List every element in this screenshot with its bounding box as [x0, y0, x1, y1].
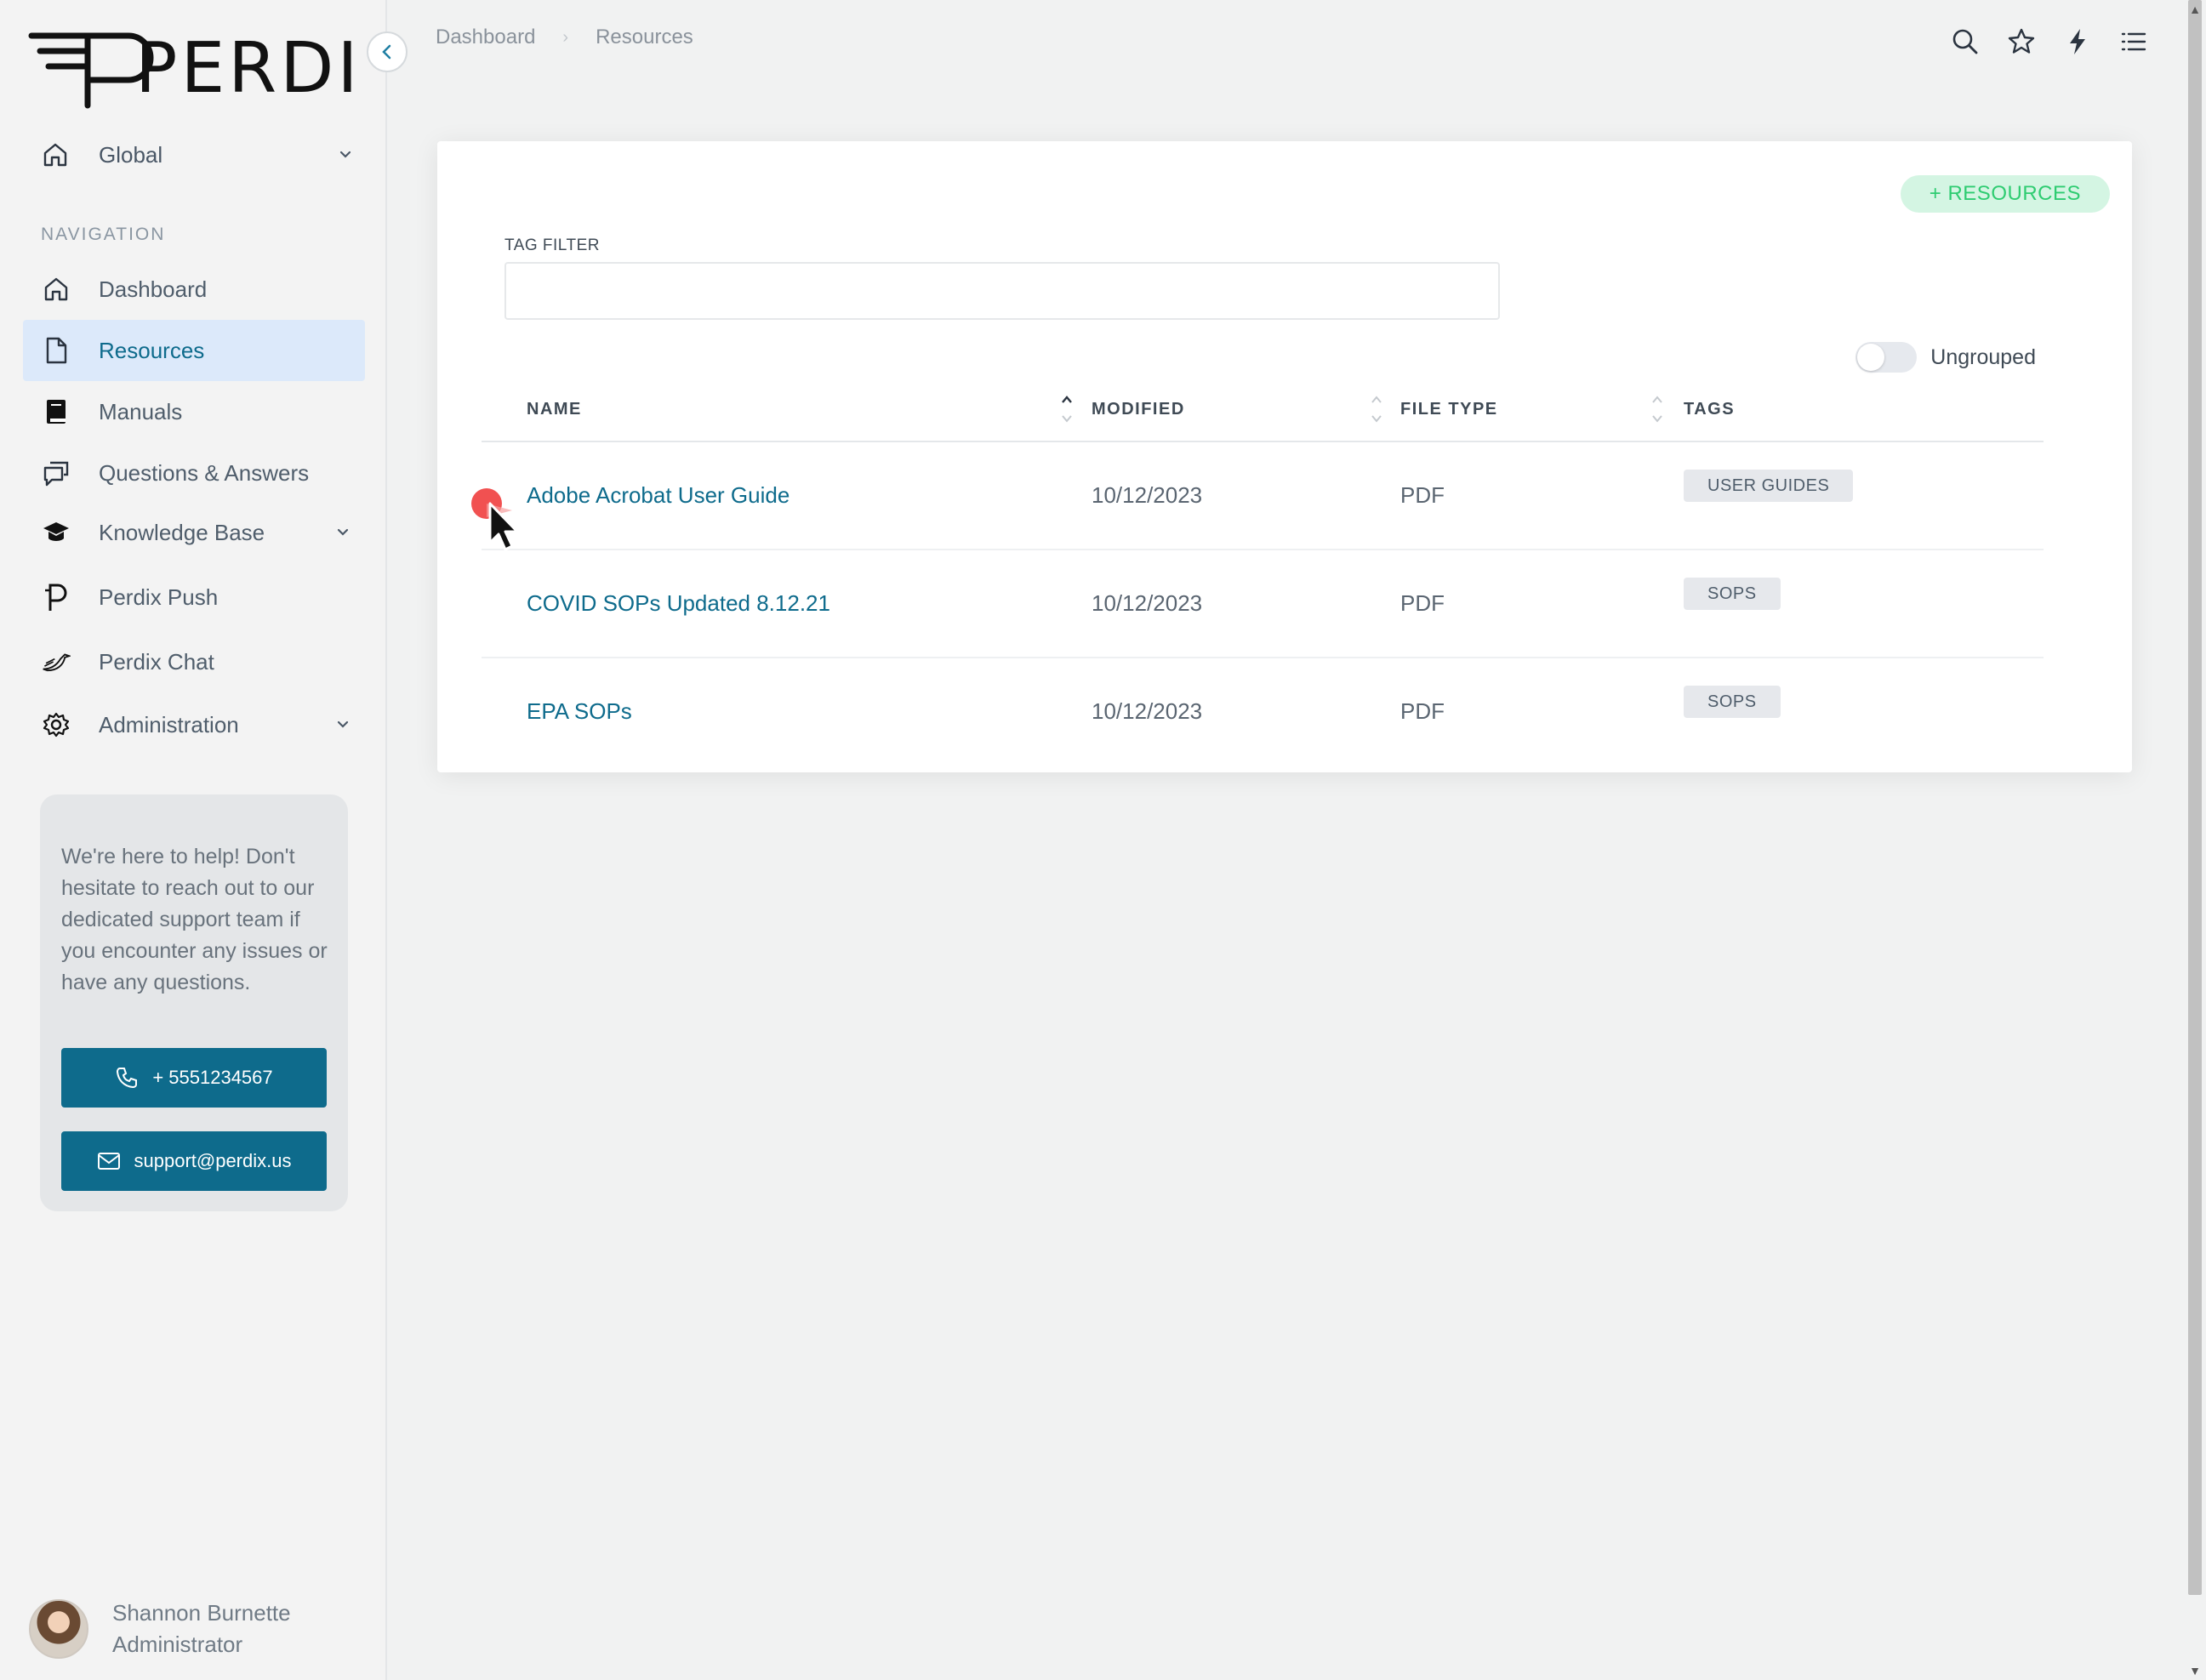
table-row[interactable]: Adobe Acrobat User Guide 10/12/2023 PDF …	[482, 442, 2044, 550]
column-header-modified[interactable]: MODIFIED	[1092, 400, 1185, 419]
page-scrollbar[interactable]: ▲ ▼	[2184, 0, 2206, 1680]
sort-desc-icon	[1652, 415, 1662, 423]
star-icon[interactable]	[2007, 27, 2036, 56]
search-icon[interactable]	[1951, 27, 1980, 56]
global-select[interactable]: Global	[41, 134, 356, 175]
modified-date: 10/12/2023	[1092, 698, 1203, 724]
scroll-down-icon[interactable]: ▼	[2189, 1665, 2201, 1677]
sort-asc-icon	[1371, 396, 1382, 403]
scroll-up-icon[interactable]: ▲	[2189, 3, 2201, 15]
add-resources-button[interactable]: + RESOURCES	[1900, 175, 2110, 213]
user-profile[interactable]: Shannon Burnette Administrator	[29, 1599, 291, 1659]
column-header-name[interactable]: NAME	[527, 400, 582, 419]
gear-icon	[42, 710, 71, 739]
sidebar-item-label: Perdix Chat	[99, 648, 214, 675]
sidebar-item-label: Administration	[99, 711, 239, 737]
sidebar-item-perdix-chat[interactable]: Perdix Chat	[23, 631, 365, 692]
support-box: We're here to help! Don't hesitate to re…	[40, 794, 348, 1211]
list-icon[interactable]	[2119, 27, 2148, 56]
resource-name-link[interactable]: EPA SOPs	[527, 698, 632, 725]
resource-name-link[interactable]: Adobe Acrobat User Guide	[527, 482, 789, 509]
file-type: PDF	[1400, 590, 1445, 616]
toggle-switch[interactable]	[1855, 342, 1918, 373]
sidebar-item-label: Resources	[99, 337, 205, 363]
file-icon	[42, 336, 71, 365]
resources-table: NAME MODIFIED FILE TYPE TAGS Adobe Acrob…	[482, 388, 2044, 766]
sort-desc-icon	[1371, 415, 1382, 423]
sidebar-item-label: Manuals	[99, 398, 183, 424]
phone-icon	[117, 1068, 138, 1089]
tag-filter-input[interactable]	[504, 262, 1500, 320]
phone-number: + 5551234567	[152, 1067, 273, 1088]
sort-asc-icon	[1652, 396, 1662, 403]
bird-icon	[42, 647, 71, 676]
perdix-logo[interactable]: PERDIX	[28, 24, 360, 113]
tag-badge[interactable]: SOPS	[1684, 686, 1781, 718]
user-name: Shannon Burnette	[112, 1600, 291, 1626]
column-header-tags: TAGS	[1684, 400, 1736, 419]
sidebar-item-questions-answers[interactable]: Questions & Answers	[23, 442, 365, 504]
sidebar-item-dashboard[interactable]: Dashboard	[23, 259, 365, 320]
ungrouped-toggle[interactable]: Ungrouped	[1855, 342, 2036, 373]
email-support-button[interactable]: support@perdix.us	[61, 1131, 327, 1191]
brand-name: PERDIX	[135, 28, 360, 109]
mail-icon	[97, 1153, 120, 1170]
breadcrumb: Dashboard › Resources	[436, 26, 693, 49]
breadcrumb-dashboard[interactable]: Dashboard	[436, 26, 535, 49]
user-role: Administrator	[112, 1632, 243, 1657]
perdix-p-icon	[42, 583, 71, 612]
sidebar-item-label: Perdix Push	[99, 584, 219, 610]
toggle-label: Ungrouped	[1930, 345, 2036, 369]
tag-filter-label: TAG FILTER	[504, 236, 600, 254]
breadcrumb-resources: Resources	[596, 26, 693, 48]
home-icon	[41, 140, 70, 169]
resources-card: + RESOURCES TAG FILTER Ungrouped NAME MO…	[437, 141, 2132, 772]
scrollbar-thumb[interactable]	[2188, 0, 2202, 1595]
phone-support-button[interactable]: + 5551234567	[61, 1048, 327, 1108]
sidebar-item-manuals[interactable]: Manuals	[23, 381, 365, 442]
modified-date: 10/12/2023	[1092, 482, 1203, 508]
bolt-icon[interactable]	[2063, 27, 2092, 56]
file-type: PDF	[1400, 482, 1445, 508]
support-email: support@perdix.us	[134, 1150, 292, 1171]
toolbar	[1951, 27, 2148, 56]
table-row[interactable]: COVID SOPs Updated 8.12.21 10/12/2023 PD…	[482, 550, 2044, 658]
resource-name-link[interactable]: COVID SOPs Updated 8.12.21	[527, 590, 830, 617]
sidebar-item-label: Dashboard	[99, 276, 208, 302]
sort-asc-icon	[1062, 396, 1072, 403]
sidebar-item-perdix-push[interactable]: Perdix Push	[23, 567, 365, 628]
sidebar-item-administration[interactable]: Administration	[23, 694, 365, 755]
sidebar-item-label: Questions & Answers	[99, 459, 310, 486]
sidebar-item-label: Knowledge Base	[99, 519, 265, 545]
nav-heading: NAVIGATION	[41, 225, 166, 244]
sort-name-button[interactable]	[1058, 388, 1075, 427]
chevron-down-icon	[333, 522, 353, 543]
file-type: PDF	[1400, 698, 1445, 724]
sidebar-item-knowledge-base[interactable]: Knowledge Base	[23, 502, 365, 563]
chevron-down-icon	[335, 145, 356, 165]
chat-icon	[42, 458, 71, 487]
home-icon	[42, 275, 71, 304]
chevron-left-icon	[382, 44, 391, 60]
tag-badge[interactable]: USER GUIDES	[1684, 470, 1854, 502]
book-icon	[42, 397, 71, 426]
chevron-down-icon	[333, 715, 353, 735]
breadcrumb-separator-icon: ›	[562, 27, 569, 47]
tag-badge[interactable]: SOPS	[1684, 578, 1781, 610]
global-label: Global	[99, 141, 163, 168]
column-header-file-type[interactable]: FILE TYPE	[1400, 400, 1498, 419]
modified-date: 10/12/2023	[1092, 590, 1203, 616]
sort-modified-button[interactable]	[1368, 388, 1385, 427]
graduation-cap-icon	[42, 518, 71, 547]
table-row[interactable]: EPA SOPs 10/12/2023 PDF SOPS	[482, 658, 2044, 766]
avatar	[29, 1599, 88, 1659]
sort-file-type-button[interactable]	[1649, 388, 1666, 427]
table-header: NAME MODIFIED FILE TYPE TAGS	[482, 388, 2044, 442]
support-text: We're here to help! Don't hesitate to re…	[61, 845, 328, 994]
sort-desc-icon	[1062, 415, 1072, 423]
sidebar: PERDIX Global NAVIGATION Dashboard Resou…	[0, 0, 408, 1680]
mouse-cursor-icon	[471, 488, 519, 551]
collapse-sidebar-button[interactable]	[367, 31, 408, 72]
sidebar-item-resources[interactable]: Resources	[23, 320, 365, 381]
